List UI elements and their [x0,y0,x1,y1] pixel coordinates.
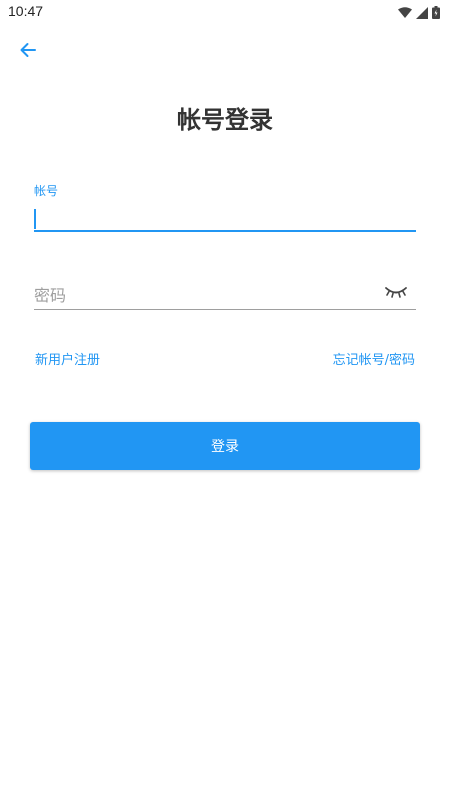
account-label: 帐号 [34,184,59,198]
login-button-label: 登录 [211,439,239,455]
login-screen: 10:47 帐号登录 帐号 密码 新用户注册 忘记帐号/密码 登录 [0,0,450,800]
text-cursor [34,209,36,229]
wifi-icon [398,4,412,23]
status-bar: 10:47 [0,0,450,24]
register-link[interactable]: 新用户注册 [35,349,100,368]
cell-signal-icon [416,4,428,23]
status-icons [398,4,440,23]
login-button[interactable]: 登录 [30,422,420,470]
account-underline [34,230,416,232]
arrow-left-icon [18,40,38,64]
password-underline [34,309,416,310]
status-time: 10:47 [8,3,44,19]
account-input[interactable] [34,204,416,230]
eye-closed-icon[interactable] [384,284,410,300]
account-field[interactable]: 帐号 [34,182,416,232]
battery-icon [432,4,440,23]
password-field[interactable]: 密码 [34,278,416,310]
password-input[interactable]: 密码 [34,282,66,306]
back-button[interactable] [14,38,42,66]
page-title: 帐号登录 [177,106,273,134]
forgot-password-link[interactable]: 忘记帐号/密码 [333,349,415,368]
